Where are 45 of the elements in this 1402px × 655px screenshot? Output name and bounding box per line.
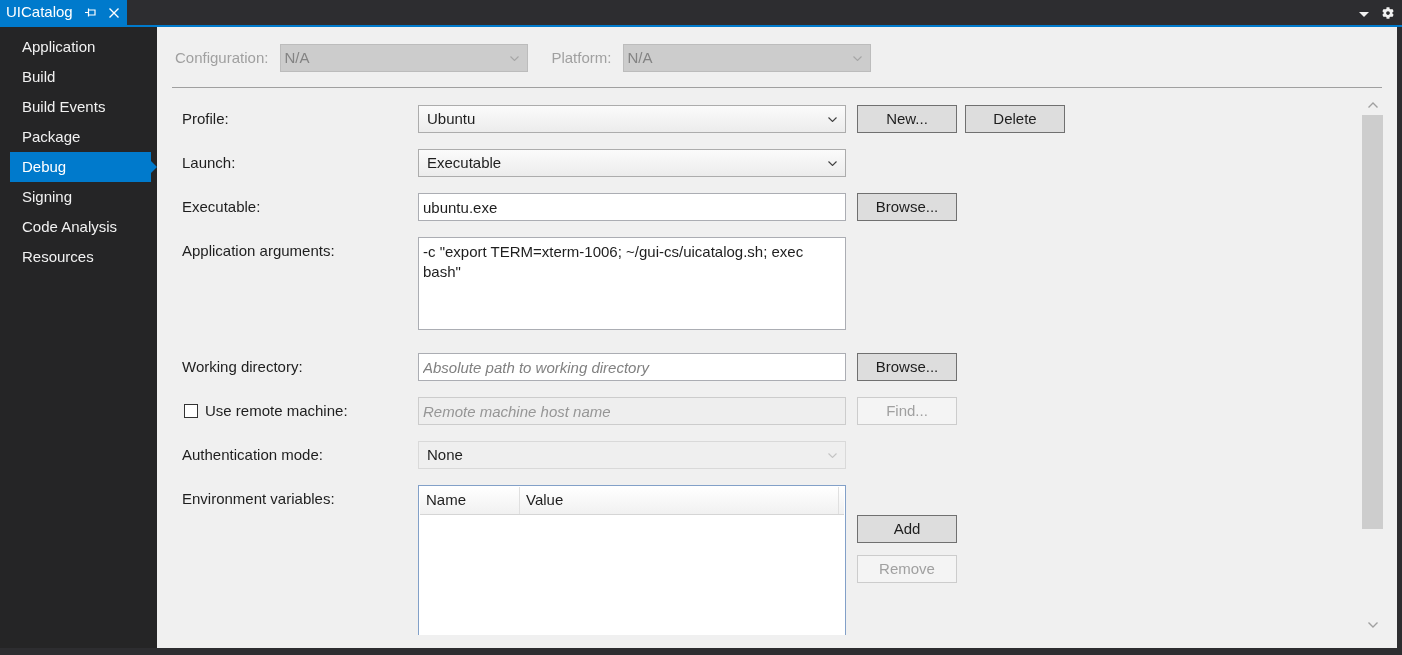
sidebar-item[interactable]: Package [10, 122, 151, 152]
field-label: Profile: [182, 108, 229, 129]
text-field[interactable]: ubuntu.exe [418, 193, 846, 221]
chevron-down-icon [828, 160, 837, 166]
settings-icon[interactable] [1382, 6, 1394, 19]
column-header[interactable]: Value [520, 487, 839, 514]
action-button[interactable]: Add [857, 515, 957, 543]
pointer-icon [151, 161, 157, 173]
sidebar-item[interactable]: Debug [10, 152, 151, 182]
field-label: Configuration: [175, 47, 269, 68]
action-button[interactable]: New... [857, 105, 957, 133]
field-label: Environment variables: [182, 488, 335, 509]
dropdown[interactable]: Executable [418, 149, 846, 177]
field-label: Launch: [182, 152, 236, 173]
list-view[interactable]: Name Value [418, 485, 846, 635]
field-label: Use remote machine: [205, 400, 348, 421]
field-label: Working directory: [182, 356, 303, 377]
chevron-down-icon [828, 452, 837, 458]
sidebar-item[interactable]: Build Events [10, 92, 151, 122]
text-field[interactable]: Absolute path to working directory [418, 353, 846, 381]
field-label: Executable: [182, 196, 261, 217]
field-label: Application arguments: [182, 240, 335, 261]
sidebar-item[interactable]: Code Analysis [10, 212, 151, 242]
column-header[interactable]: Name [420, 487, 520, 514]
scrollbar-thumb[interactable] [1362, 115, 1383, 529]
scroll-down-icon[interactable] [1367, 622, 1378, 628]
action-button[interactable]: Browse... [857, 193, 957, 221]
sidebar-item[interactable]: Build [10, 62, 151, 92]
field-label: Authentication mode: [182, 444, 323, 465]
dropdown-arrow-icon[interactable] [1359, 12, 1369, 17]
field-label: Platform: [551, 47, 612, 68]
dropdown[interactable]: Ubuntu [418, 105, 846, 133]
document-tab[interactable]: UICatalog [0, 0, 127, 25]
action-button[interactable]: Browse... [857, 353, 957, 381]
chevron-down-icon [853, 55, 863, 61]
chevron-down-icon [510, 55, 520, 61]
sidebar-item[interactable]: Resources [10, 242, 151, 272]
pin-icon[interactable] [84, 8, 96, 17]
sidebar-item[interactable]: Application [10, 32, 151, 62]
text-area[interactable]: -c "export TERM=xterm-1006; ~/gui-cs/uicatalog.sh; exec bash" [418, 237, 846, 330]
chevron-down-icon [828, 116, 837, 122]
scroll-up-icon[interactable] [1367, 102, 1378, 108]
close-icon[interactable] [108, 7, 119, 18]
sidebar-item[interactable]: Signing [10, 182, 151, 212]
action-button[interactable]: Delete [965, 105, 1065, 133]
